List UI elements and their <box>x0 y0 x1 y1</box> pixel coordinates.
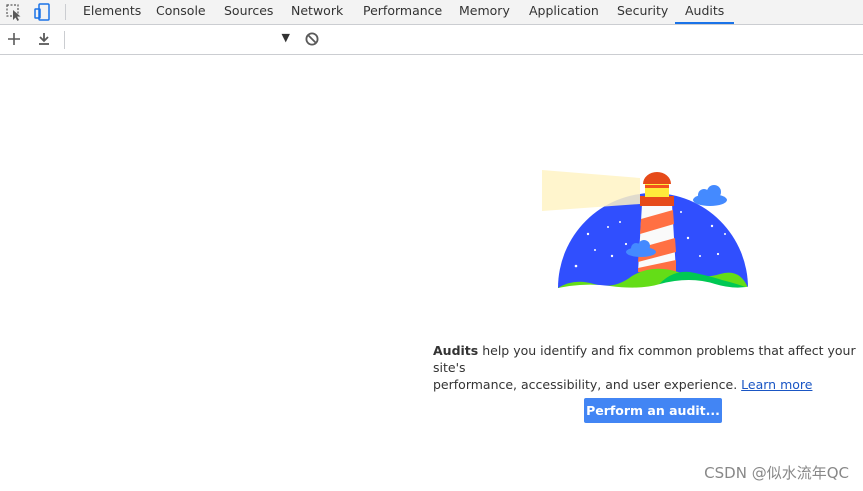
dropdown-arrow-icon: ▼ <box>281 31 290 44</box>
audits-description-line2: performance, accessibility, and user exp… <box>433 377 742 392</box>
inspect-element-icon[interactable] <box>4 2 26 22</box>
block-icon[interactable] <box>303 30 321 48</box>
devtools-window: Elements Console Sources Network Perform… <box>0 0 863 491</box>
tab-audits[interactable]: Audits <box>675 0 735 24</box>
perform-audit-button[interactable]: Perform an audit... <box>584 398 722 423</box>
tab-memory[interactable]: Memory <box>459 0 510 24</box>
report-select[interactable]: ▼ <box>70 30 292 48</box>
audits-description-line1: help you identify and fix common problem… <box>433 343 856 375</box>
plus-icon[interactable] <box>5 30 23 48</box>
tab-sources[interactable]: Sources <box>224 0 273 24</box>
tab-network[interactable]: Network <box>291 0 343 24</box>
watermark-text: CSDN @似水流年QC <box>704 464 849 482</box>
tab-elements[interactable]: Elements <box>83 0 141 24</box>
toolbar-separator <box>64 31 65 49</box>
audits-description: Audits help you identify and fix common … <box>433 342 861 393</box>
devtools-tab-bar: Elements Console Sources Network Perform… <box>0 0 863 25</box>
audits-description-bold: Audits <box>433 343 479 358</box>
tab-console[interactable]: Console <box>156 0 206 24</box>
device-toolbar-icon[interactable] <box>32 2 54 22</box>
lighthouse-illustration <box>540 164 752 292</box>
tab-application[interactable]: Application <box>529 0 599 24</box>
tab-performance[interactable]: Performance <box>363 0 442 24</box>
tab-bar-separator <box>65 4 66 20</box>
audits-toolbar: ▼ <box>0 25 863 55</box>
download-icon[interactable] <box>35 30 53 48</box>
tab-security[interactable]: Security <box>617 0 668 24</box>
learn-more-link[interactable]: Learn more <box>741 377 812 392</box>
